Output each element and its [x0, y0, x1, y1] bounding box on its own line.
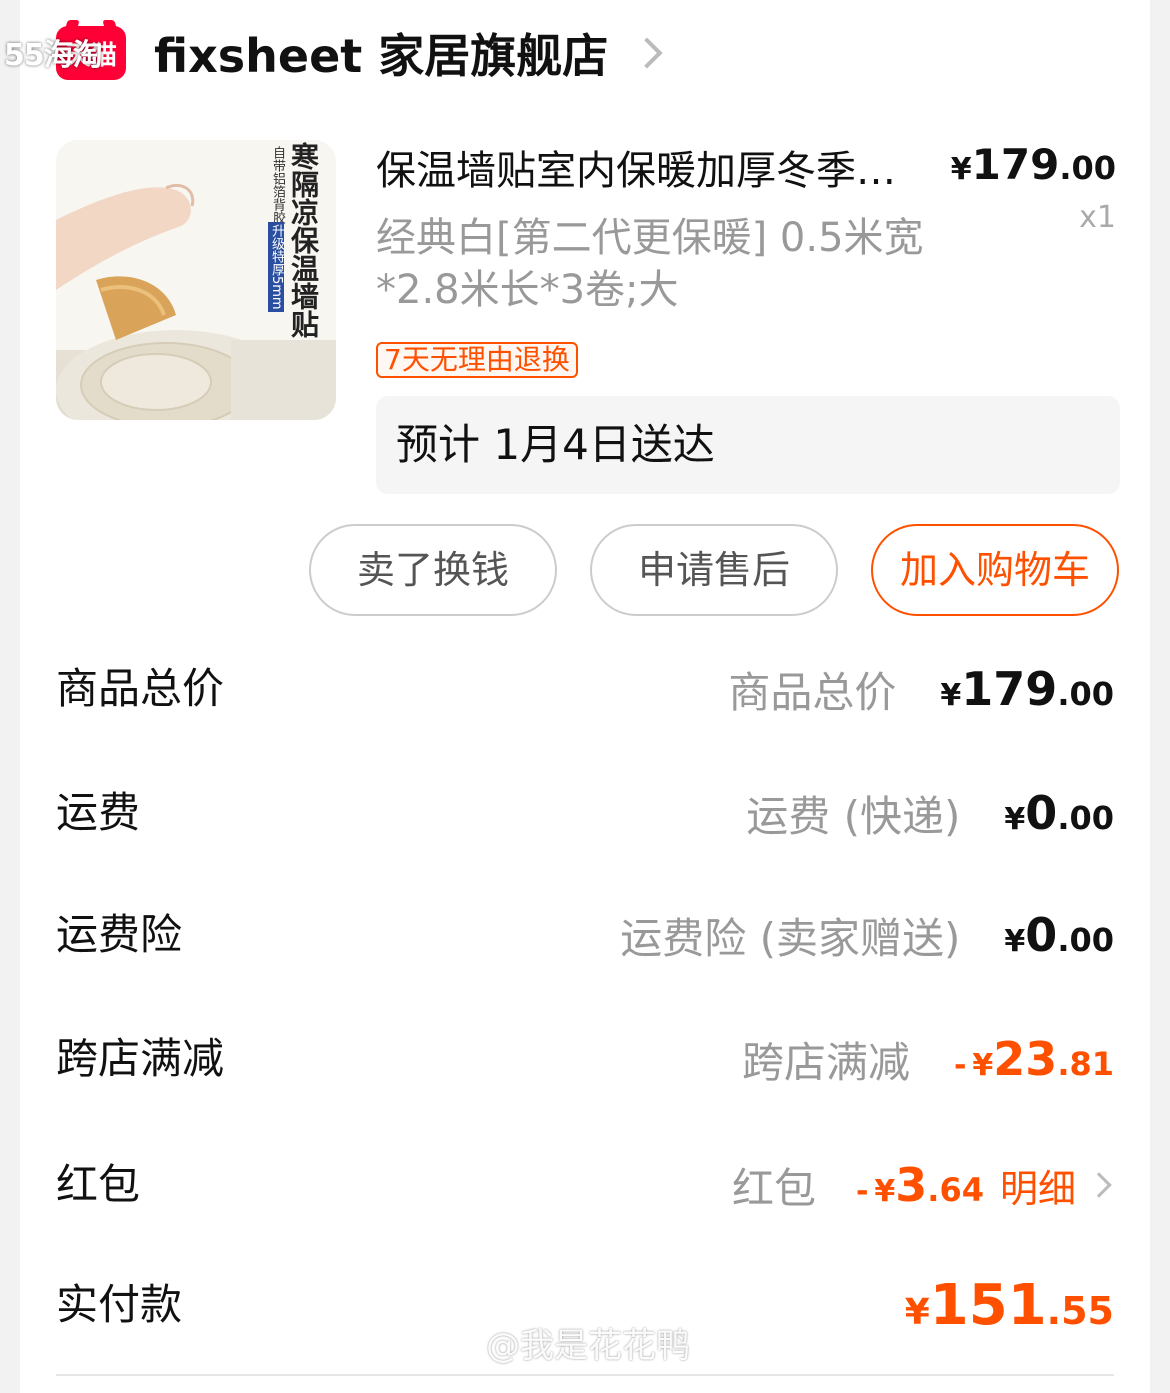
shipping-insurance-desc: 运费险 (卖家赠送) — [620, 913, 961, 963]
return-policy-badge: 7天无理由退换 — [376, 342, 578, 378]
shipping-amount: ¥0.00 — [1004, 786, 1114, 840]
shop-header[interactable]: 天猫 fixsheet 家居旗舰店 — [56, 20, 663, 86]
paid-total-label: 实付款 — [56, 1280, 183, 1329]
shipping-insurance-label: 运费险 — [56, 910, 183, 959]
cross-store-discount-desc: 跨店满减 — [741, 1037, 910, 1087]
product-image-badge: 升级特厚5mm — [268, 222, 284, 312]
red-packet-detail-label: 明细 — [999, 1166, 1076, 1211]
product-quantity: x1 — [1079, 200, 1116, 235]
red-packet-row: 红包 红包 - ¥3.64 明细 — [56, 1150, 1114, 1220]
site-watermark: 55海淘 — [4, 38, 103, 73]
product-image[interactable]: 寒隔凉保温墙贴 自带铝箔背胶 升级特厚5mm — [56, 140, 336, 420]
delivery-estimate: 预计 1月4日送达 — [376, 396, 1120, 494]
goods-total-label: 商品总价 — [56, 664, 225, 713]
chevron-right-icon — [1086, 1172, 1112, 1198]
cross-store-discount-amount: - ¥23.81 — [953, 1032, 1114, 1086]
product-title[interactable]: 保温墙贴室内保暖加厚冬季防寒隔凉墙纸 — [376, 138, 916, 196]
shipping-insurance-amount: ¥0.00 — [1004, 908, 1114, 962]
paid-total-amount: ¥151.55 — [904, 1272, 1114, 1338]
goods-total-desc: 商品总价 — [728, 667, 897, 717]
cross-store-discount-label: 跨店满减 — [56, 1034, 225, 1083]
order-card: 天猫 fixsheet 家居旗舰店 寒隔凉保温墙贴 自带铝箔背胶 升级特厚5mm… — [20, 0, 1150, 1393]
red-packet-amount: - ¥3.64 — [855, 1158, 984, 1212]
red-packet-desc: 红包 — [731, 1163, 816, 1213]
shop-name[interactable]: fixsheet 家居旗舰店 — [154, 20, 608, 86]
shipping-desc: 运费 (快递) — [746, 791, 961, 841]
shipping-label: 运费 — [56, 788, 141, 837]
product-image-text: 寒隔凉保温墙贴 — [287, 142, 320, 338]
goods-total-row: 商品总价 商品总价 ¥179.00 — [56, 654, 1114, 724]
divider — [56, 1374, 1114, 1376]
sell-button[interactable]: 卖了换钱 — [309, 524, 557, 616]
product-spec: 经典白[第二代更保暖] 0.5米宽*2.8米长*3卷;大 — [376, 215, 924, 313]
shipping-row: 运费 运费 (快递) ¥0.00 — [56, 778, 1114, 848]
red-packet-detail-link[interactable]: 明细 — [1000, 1158, 1114, 1213]
shipping-insurance-row: 运费险 运费险 (卖家赠送) ¥0.00 — [56, 900, 1114, 970]
chevron-right-icon[interactable] — [631, 37, 663, 69]
cross-store-discount-row: 跨店满减 跨店满减 - ¥23.81 — [56, 1024, 1114, 1094]
goods-total-amount: ¥179.00 — [940, 662, 1114, 716]
after-sale-button[interactable]: 申请售后 — [590, 524, 838, 616]
product-price: ¥179.00 — [950, 140, 1116, 189]
add-to-cart-button[interactable]: 加入购物车 — [871, 524, 1119, 616]
red-packet-label: 红包 — [56, 1160, 141, 1209]
product-image-subtext: 自带铝箔背胶 — [270, 146, 285, 224]
watermark: @我是花花鸭 — [486, 1326, 690, 1366]
